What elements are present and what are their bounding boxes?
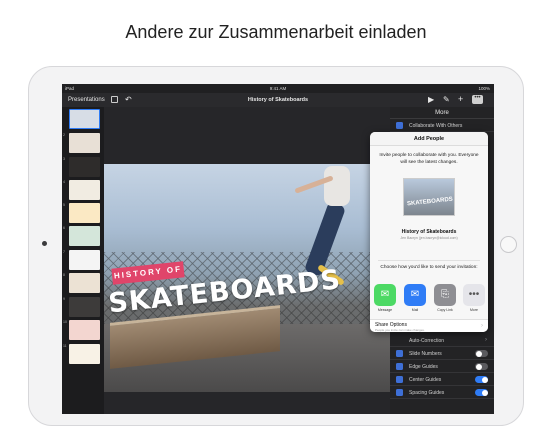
slide-number: 4	[63, 180, 65, 184]
popover-intro: Invite people to collaborate with you. E…	[379, 153, 479, 165]
share-app-label: Mail	[411, 308, 419, 312]
document-thumbnail: SKATEBOARDS	[403, 178, 455, 216]
slide-number: 7	[63, 250, 65, 254]
slide-thumbnail[interactable]	[69, 250, 100, 270]
slide-number: 8	[63, 273, 65, 277]
slide-thumbnail[interactable]	[69, 273, 100, 293]
slide-canvas: HISTORY OF SKATEBOARDS	[104, 107, 390, 414]
more-icon[interactable]: •••	[472, 95, 483, 104]
mail-icon: ✉	[404, 284, 426, 306]
slide-number: 11	[63, 344, 67, 348]
slide-number: 3	[63, 157, 65, 161]
share-app-label: More	[470, 308, 478, 312]
slide-number: 5	[63, 203, 65, 207]
message-icon: ✉	[374, 284, 396, 306]
share-mail-button[interactable]: ✉ Mail	[403, 284, 427, 312]
home-button	[500, 236, 517, 253]
slide-thumbnail[interactable]	[69, 344, 100, 364]
edge-guides-label: Edge Guides	[409, 364, 438, 370]
slide-thumbnail[interactable]	[69, 109, 100, 129]
slide-thumbnail[interactable]	[69, 133, 100, 153]
play-icon[interactable]: ▶	[428, 95, 434, 104]
slide-navigator: 2 3 4 5 6 7 8 9 10 11 +	[62, 107, 104, 414]
edge-guides-toggle[interactable]	[475, 363, 488, 370]
spacing-guides-label: Spacing Guides	[409, 390, 445, 396]
slide-thumbnail[interactable]	[69, 203, 100, 223]
collaborate-label: Collaborate With Others	[409, 123, 463, 129]
spacing-guides-icon	[396, 389, 403, 396]
spacing-guides-toggle[interactable]	[475, 389, 488, 396]
slide-numbers-label: Slide Numbers	[409, 351, 442, 357]
slide-thumbnail[interactable]	[69, 320, 100, 340]
slide-number: 2	[63, 133, 65, 137]
slide-number: 10	[63, 320, 67, 324]
share-app-label: Copy Link	[437, 308, 453, 312]
status-bar: iPad 9:41 AM 100%	[62, 84, 494, 93]
collaborate-row[interactable]: Collaborate With Others	[390, 119, 494, 132]
popover-doc-title: History of Skateboards	[401, 229, 457, 235]
popover-title: Add People	[370, 132, 488, 146]
share-options-subtitle: People you invite can make changes.	[375, 328, 425, 332]
add-people-popover: Add People Invite people to collaborate …	[370, 132, 488, 332]
more-panel-title: More	[390, 107, 494, 119]
center-guides-row: Center Guides	[390, 373, 494, 386]
edge-guides-row: Edge Guides	[390, 360, 494, 373]
slide-thumbnail[interactable]	[69, 157, 100, 177]
chevron-right-icon: ›	[481, 323, 483, 329]
center-guides-icon	[396, 376, 403, 383]
slide-image[interactable]: HISTORY OF SKATEBOARDS	[104, 164, 390, 392]
chevron-right-icon: ›	[485, 337, 487, 343]
spacing-guides-row: Spacing Guides	[390, 386, 494, 399]
battery-text: 100%	[478, 86, 490, 91]
auto-correction-row[interactable]: Auto-Correction ›	[390, 334, 494, 347]
share-more-button[interactable]: ••• More	[462, 284, 486, 312]
add-icon[interactable]: +	[458, 94, 463, 104]
headline: Andere zur Zusammenarbeit einladen	[125, 22, 427, 42]
collaborate-icon	[396, 122, 403, 129]
slide-number: 6	[63, 226, 65, 230]
slide-numbers-row: Slide Numbers	[390, 347, 494, 360]
share-message-button[interactable]: ✉ Message	[373, 284, 397, 312]
format-brush-icon[interactable]: ✎	[443, 95, 450, 104]
thumbnail-title: SKATEBOARDS	[406, 196, 454, 208]
slide-number: 9	[63, 297, 65, 301]
more-icon: •••	[463, 284, 485, 306]
share-options-row[interactable]: Share Options People you invite can make…	[370, 319, 488, 332]
slide-thumbnail[interactable]	[69, 180, 100, 200]
slide-thumbnail[interactable]	[69, 226, 100, 246]
auto-correction-label: Auto-Correction	[409, 338, 445, 344]
center-guides-label: Center Guides	[409, 377, 442, 383]
copy-link-icon: ⎘	[434, 284, 456, 306]
popover-choose-text: Choose how you'd like to send your invit…	[378, 260, 480, 272]
app-toolbar: Presentations ↶ History of Skateboards ▶…	[62, 93, 494, 107]
share-app-label: Message	[377, 308, 393, 312]
edge-guides-icon	[396, 363, 403, 370]
status-time: 9:41 AM	[269, 86, 287, 91]
center-guides-toggle[interactable]	[475, 376, 488, 383]
front-camera	[42, 241, 47, 246]
skater-torso-graphic	[324, 166, 350, 206]
slide-numbers-toggle[interactable]	[475, 350, 488, 357]
share-copy-link-button[interactable]: ⎘ Copy Link	[433, 284, 457, 312]
slide-numbers-icon	[396, 350, 403, 357]
popover-doc-owner: Jen Bacryn (jen.bacryn@icloud.com)	[400, 236, 458, 240]
slide-thumbnail[interactable]	[69, 297, 100, 317]
